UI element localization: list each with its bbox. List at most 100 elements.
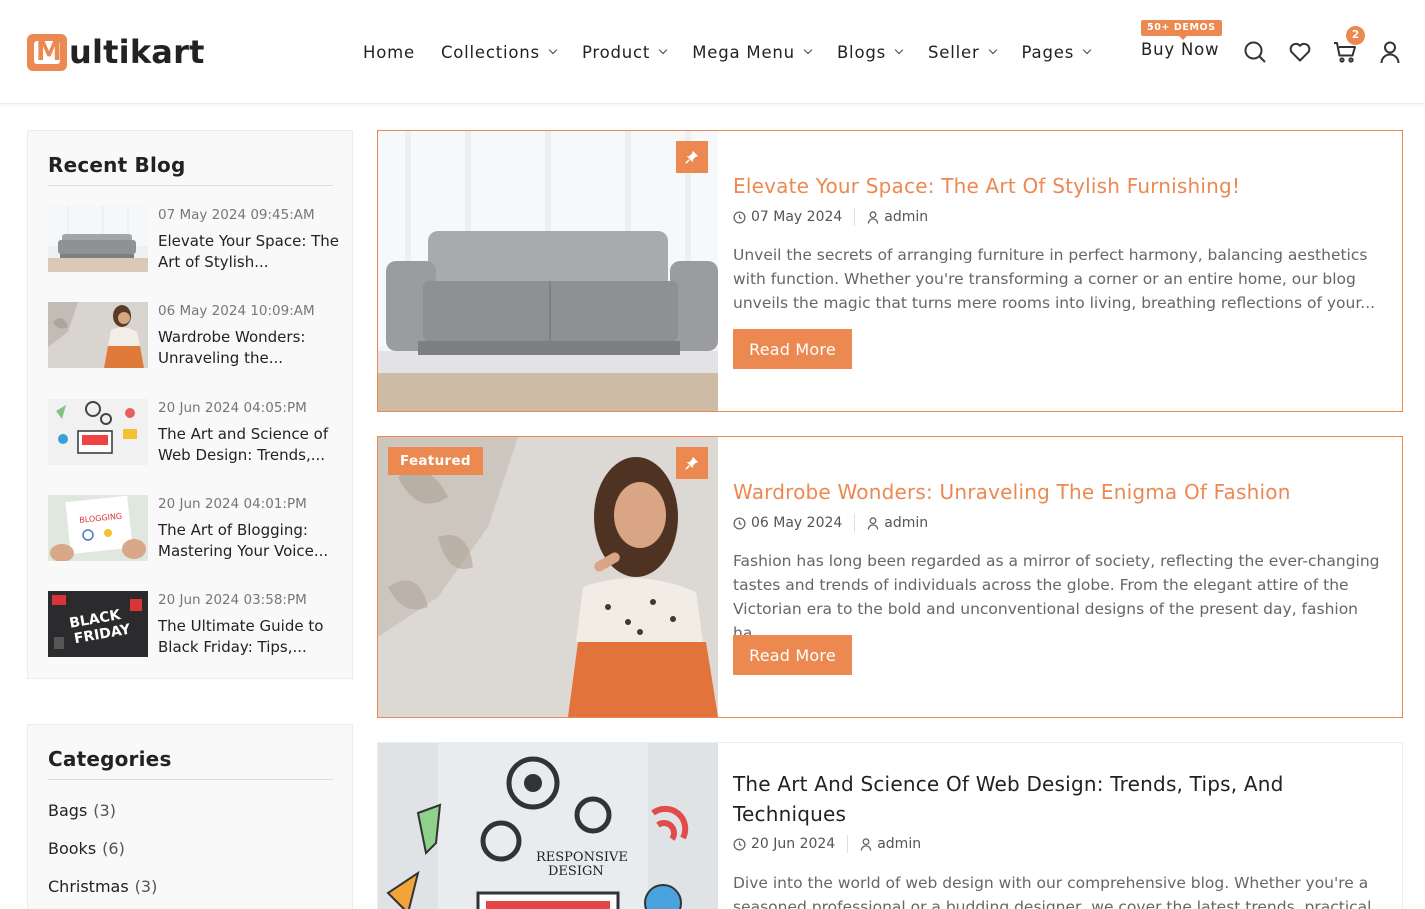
blog-card: Elevate Your Space: The Art Of Stylish F… [377, 130, 1403, 412]
divider [48, 185, 333, 186]
blog-card: RESPONSIVE DESIGN The Art And Science Of… [377, 742, 1403, 909]
user-icon [868, 516, 879, 530]
logo-letter: M [36, 36, 62, 67]
recent-blog-date: 20 Jun 2024 04:01:PM [158, 496, 307, 512]
demos-badge: 50+ DEMOS [1141, 20, 1222, 40]
nav-blogs[interactable]: Blogs [836, 42, 904, 62]
nav-mega-menu[interactable]: Mega Menu [692, 42, 813, 62]
pin-icon[interactable] [676, 141, 708, 173]
blog-post-date: 07 May 2024 [751, 209, 843, 225]
nav-product[interactable]: Product [581, 42, 668, 62]
divider [48, 779, 333, 780]
recent-blog-date: 20 Jun 2024 04:05:PM [158, 400, 307, 416]
nav-collections[interactable]: Collections [440, 42, 558, 62]
blog-post-title[interactable]: Elevate Your Space: The Art Of Stylish F… [733, 174, 1383, 198]
recent-blog-date: 20 Jun 2024 03:58:PM [158, 592, 307, 608]
logo-mark: M [27, 33, 67, 71]
heart-icon[interactable] [1288, 40, 1312, 64]
blog-card-image[interactable]: Featured [378, 437, 718, 717]
chevron-down-icon [988, 45, 997, 55]
recent-blog-widget: Recent Blog 07 May 2024 09:45:AM Elevate… [27, 130, 353, 679]
nav-home[interactable]: Home [363, 43, 415, 62]
blog-post-excerpt: Unveil the secrets of arranging furnitur… [733, 246, 1376, 312]
cart-count-badge: 2 [1346, 26, 1365, 45]
blog-post-excerpt: Dive into the world of web design with o… [733, 874, 1372, 909]
chevron-down-icon [803, 45, 813, 55]
responsive-design-line2: DESIGN [548, 864, 604, 879]
recent-blog-title-link[interactable]: Wardrobe Wonders: Unraveling the... [158, 327, 340, 369]
blog-post-meta: 06 May 2024 admin [733, 514, 928, 532]
recent-blog-item[interactable]: BLOGGING 20 Jun 2024 04:01:PM The Art of… [48, 495, 338, 563]
read-more-button[interactable]: Read More [733, 635, 852, 675]
nav-pages[interactable]: Pages [1021, 42, 1092, 62]
blog-post-meta: 07 May 2024 admin [733, 208, 928, 226]
nav-home-label: Home [363, 42, 415, 62]
site-header: M ultikart Home Collections Product Mega… [0, 0, 1425, 104]
clock-icon [733, 837, 746, 851]
nav-seller-label: Seller [928, 42, 980, 62]
nav-mega-menu-label: Mega Menu [692, 42, 795, 62]
category-count: (3) [93, 801, 116, 820]
recent-blog-title-link[interactable]: The Ultimate Guide to Black Friday: Tips… [158, 616, 340, 658]
blog-post-meta: 20 Jun 2024 admin [733, 835, 921, 853]
recent-blog-title-link[interactable]: The Art of Blogging: Mastering Your Voic… [158, 520, 340, 562]
nav-product-label: Product [581, 42, 651, 62]
blog-post-author[interactable]: admin [884, 209, 928, 225]
user-icon[interactable] [1378, 40, 1402, 64]
category-name: Books [48, 839, 97, 858]
recent-blog-item[interactable]: 07 May 2024 09:45:AM Elevate Your Space:… [48, 206, 340, 274]
category-count: (6) [102, 839, 125, 858]
nav-pages-label: Pages [1021, 42, 1075, 62]
chevron-down-icon [1082, 45, 1092, 55]
recent-blog-title: Recent Blog [48, 153, 186, 177]
user-icon [868, 210, 879, 224]
category-bags[interactable]: Bags (3) [48, 801, 116, 820]
multikart-logo[interactable]: M ultikart [27, 33, 205, 71]
category-name: Christmas [48, 877, 129, 896]
category-christmas[interactable]: Christmas (3) [48, 877, 157, 896]
nav-buy-now[interactable]: Buy Now [1141, 40, 1219, 59]
meta-separator [854, 208, 856, 226]
blog-card-image[interactable] [378, 131, 718, 411]
chevron-down-icon [894, 45, 904, 55]
recent-blog-title-link[interactable]: The Art and Science of Web Design: Trend… [158, 424, 340, 466]
blog-card-image[interactable]: RESPONSIVE DESIGN [378, 743, 718, 909]
nav-blogs-label: Blogs [836, 42, 887, 62]
category-books[interactable]: Books (6) [48, 839, 125, 858]
blog-post-title[interactable]: The Art And Science Of Web Design: Trend… [733, 769, 1383, 829]
blog-post-title[interactable]: Wardrobe Wonders: Unraveling The Enigma … [733, 480, 1383, 504]
recent-blog-date: 07 May 2024 09:45:AM [158, 207, 315, 223]
recent-blog-thumbnail [48, 206, 148, 272]
categories-title: Categories [48, 747, 172, 771]
search-icon[interactable] [1243, 40, 1267, 64]
nav-seller[interactable]: Seller [928, 42, 997, 62]
featured-badge: Featured [388, 447, 483, 475]
recent-blog-item[interactable]: BLACK FRIDAY 20 Jun 2024 03:58:PM The Ul… [48, 591, 338, 659]
recent-blog-item[interactable]: 06 May 2024 10:09:AM Wardrobe Wonders: U… [48, 302, 338, 370]
user-icon [860, 837, 872, 851]
chevron-down-icon [658, 45, 668, 55]
nav-collections-label: Collections [440, 42, 540, 62]
recent-blog-thumbnail: BLACK FRIDAY [48, 591, 148, 657]
meta-separator [847, 835, 849, 853]
pin-icon[interactable] [676, 447, 708, 479]
blog-post-author[interactable]: admin [884, 515, 928, 531]
logo-text: ultikart [69, 33, 205, 71]
blog-post-author[interactable]: admin [877, 836, 921, 852]
blog-post-date: 06 May 2024 [751, 515, 843, 531]
chevron-down-icon [548, 45, 558, 55]
category-name: Bags [48, 801, 88, 820]
recent-blog-title-link[interactable]: Elevate Your Space: The Art of Stylish..… [158, 231, 340, 273]
blog-post-excerpt: Fashion has long been regarded as a mirr… [733, 552, 1380, 642]
recent-blog-item[interactable]: 20 Jun 2024 04:05:PM The Art and Science… [48, 399, 338, 467]
main-nav: Home Collections Product Mega Menu Blogs… [363, 40, 1092, 64]
recent-blog-date: 06 May 2024 10:09:AM [158, 303, 315, 319]
blog-card: Featured Wardrobe Wonders: Unraveling Th… [377, 436, 1403, 718]
read-more-button[interactable]: Read More [733, 329, 852, 369]
category-count: (3) [134, 877, 158, 896]
responsive-design-line1: RESPONSIVE [536, 850, 628, 865]
clock-icon [733, 210, 746, 224]
blog-post-date: 20 Jun 2024 [751, 836, 836, 852]
recent-blog-thumbnail [48, 399, 148, 465]
clock-icon [733, 516, 746, 530]
